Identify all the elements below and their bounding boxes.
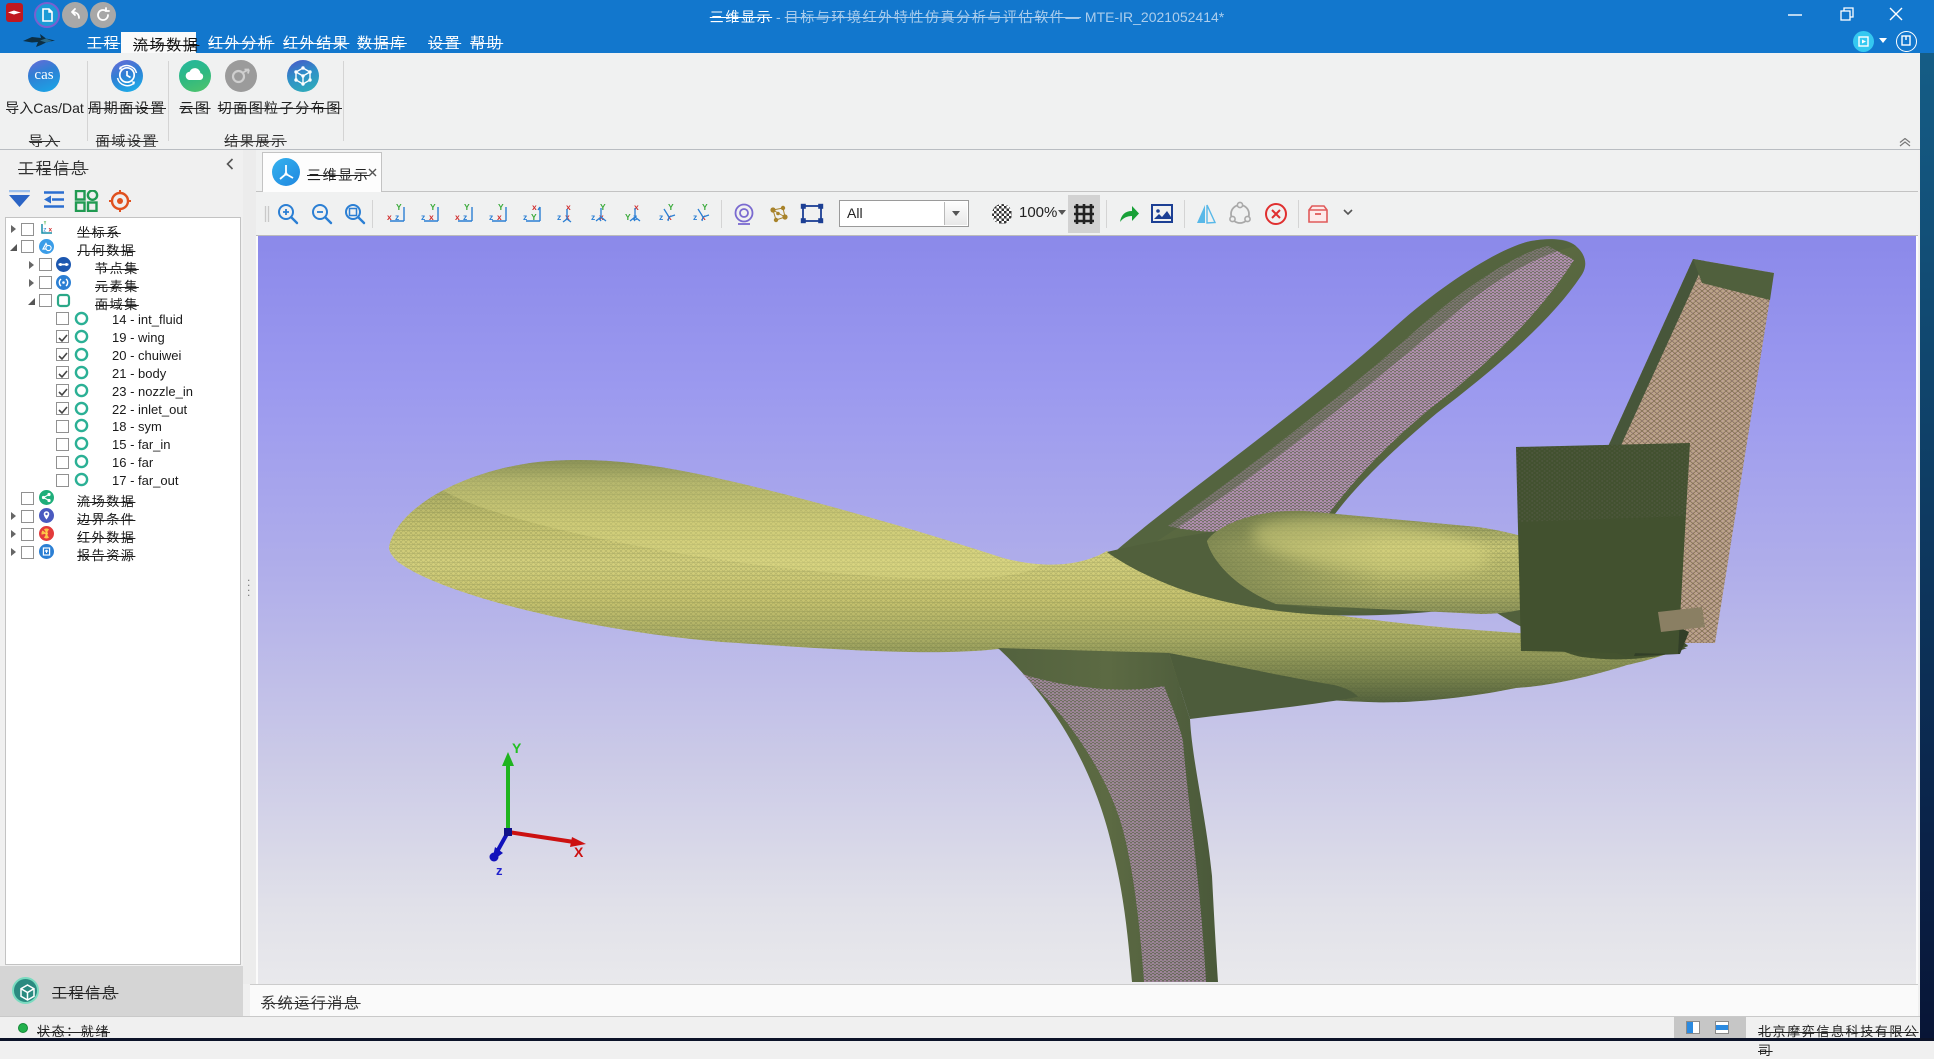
svg-text:Y: Y — [498, 202, 504, 212]
svg-text:Y: Y — [430, 202, 436, 212]
svg-text:Y: Y — [702, 202, 708, 212]
svg-text:Y: Y — [512, 740, 522, 756]
svg-text:z: z — [693, 212, 697, 222]
svg-text:Y: Y — [464, 202, 470, 212]
svg-text:z: z — [557, 212, 561, 222]
svg-text:x: x — [48, 227, 52, 234]
svg-text:z: z — [659, 212, 663, 222]
svg-text:z: z — [496, 863, 503, 878]
svg-text:x: x — [532, 202, 537, 212]
svg-text:Y: Y — [396, 202, 402, 212]
svg-text:X: X — [574, 844, 584, 860]
svg-text:Y: Y — [668, 202, 674, 212]
svg-text:z: z — [43, 227, 46, 234]
svg-text:z: z — [591, 212, 595, 222]
